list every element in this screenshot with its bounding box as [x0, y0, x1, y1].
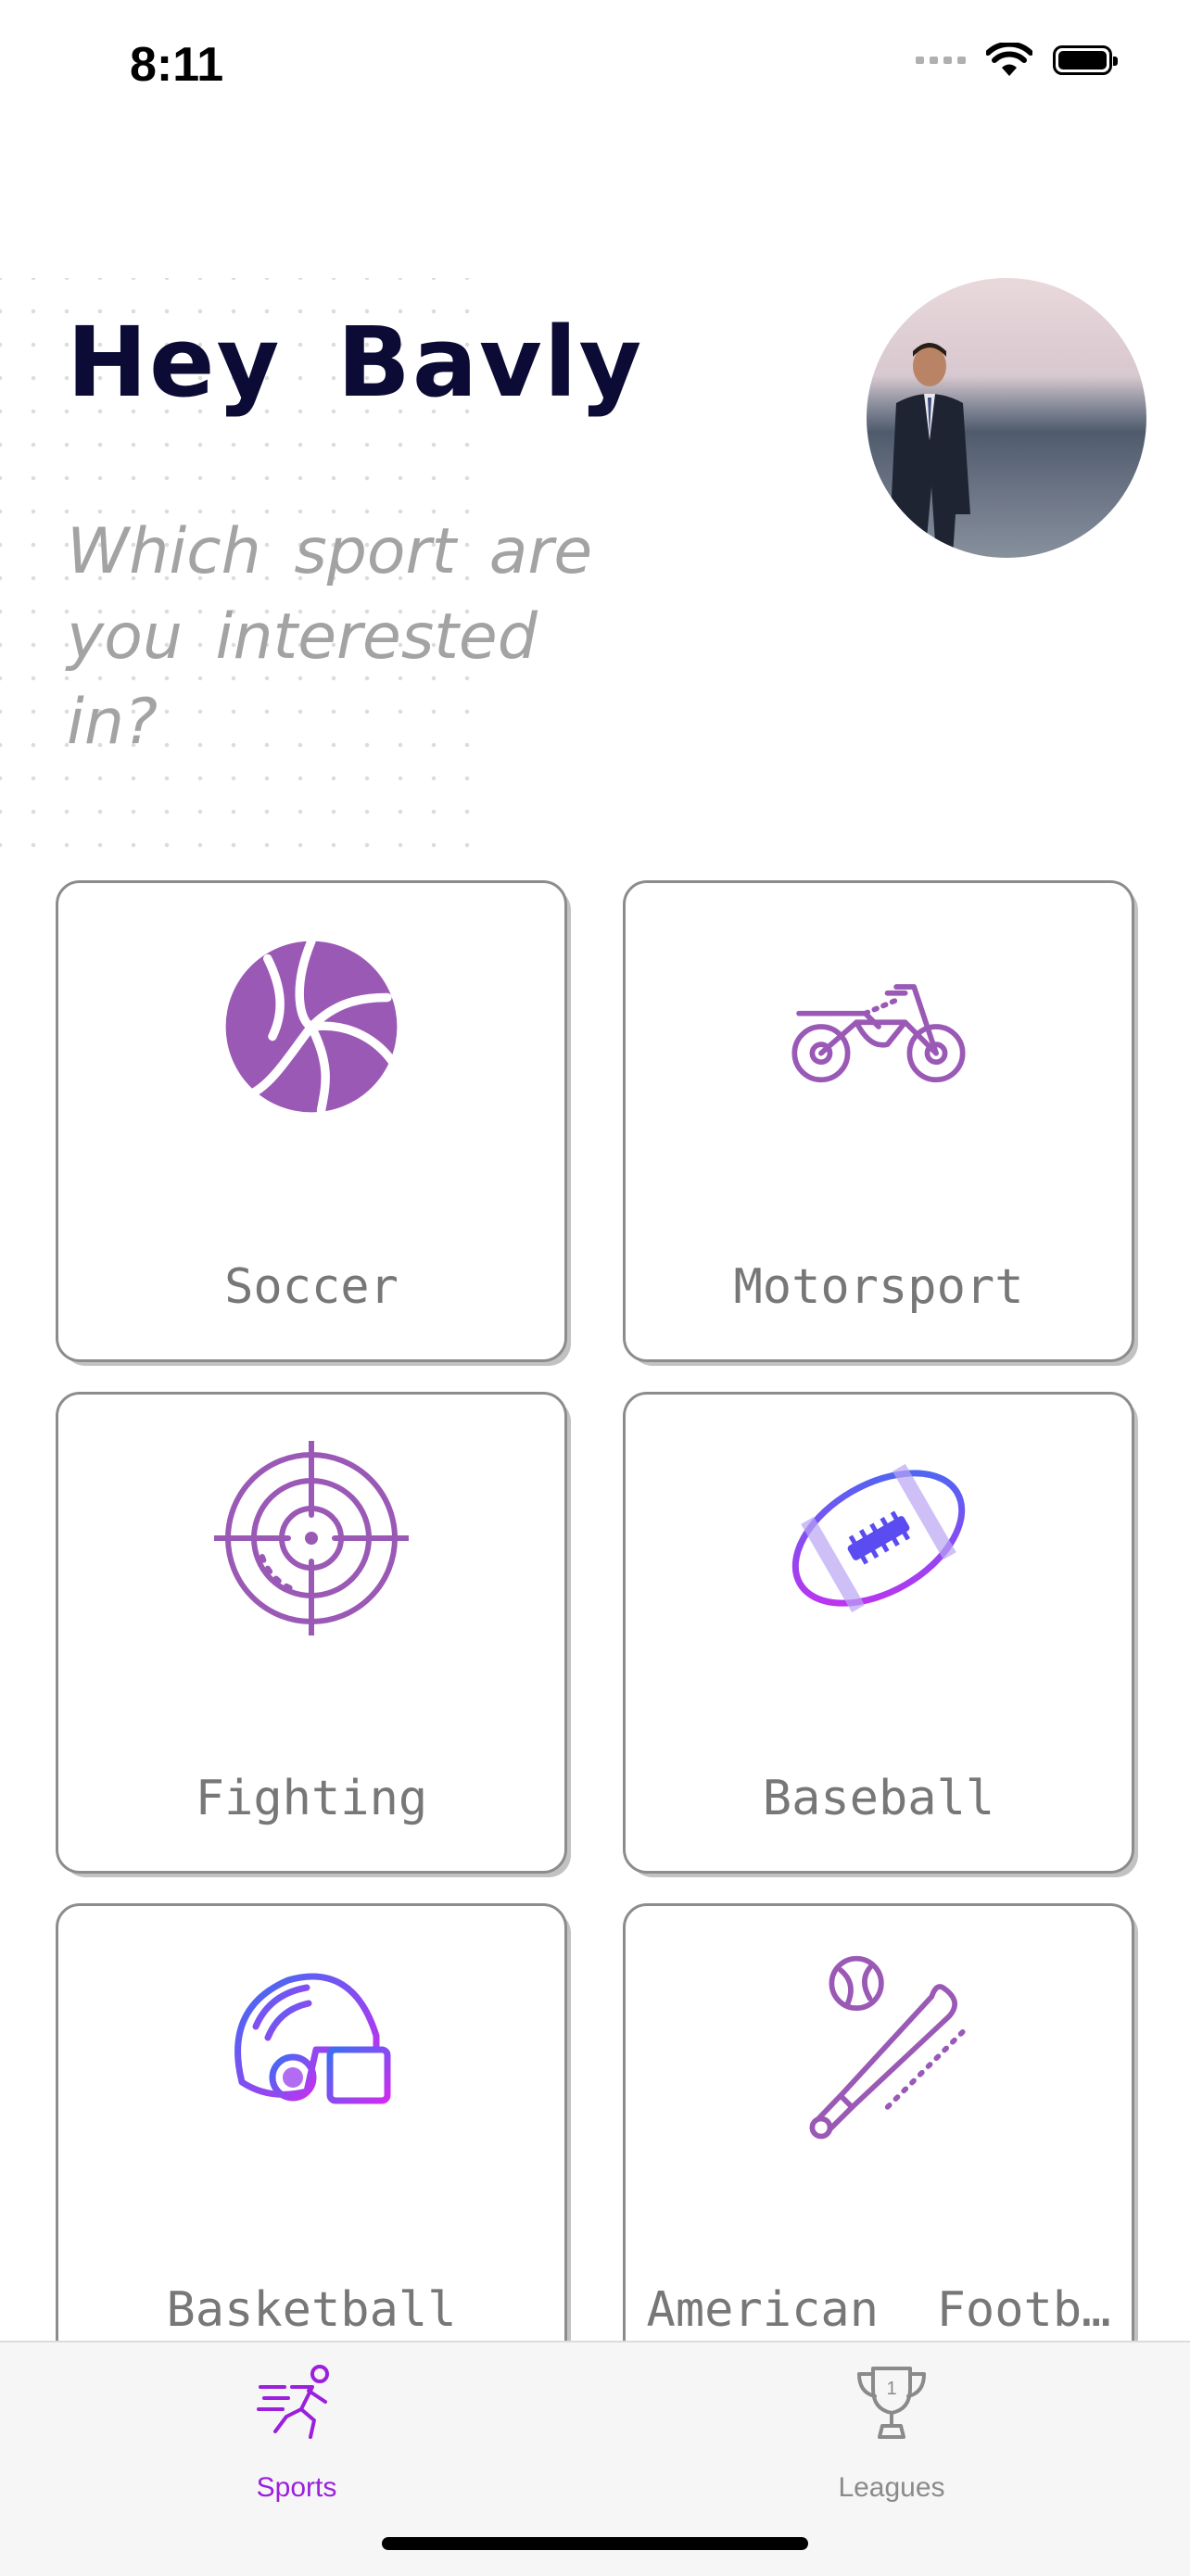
profile-avatar[interactable]: [867, 278, 1146, 558]
trophy-icon: 1: [857, 2367, 926, 2439]
tab-label: Sports: [256, 2472, 337, 2503]
sport-card-motorsport[interactable]: Motorsport: [623, 880, 1134, 1362]
greeting-title: Hey Bavly: [67, 306, 644, 419]
status-time: 8:11: [130, 38, 224, 92]
svg-text:1: 1: [886, 2379, 896, 2399]
football-icon: [791, 1463, 966, 1613]
sport-label: Basketball: [166, 2282, 457, 2338]
tab-leagues[interactable]: 1 Leagues: [753, 2361, 1031, 2504]
crosshair-icon: [214, 1441, 409, 1635]
runner-icon: [257, 2365, 329, 2439]
helmet-icon: [234, 1973, 391, 2104]
cellular-signal-icon: [916, 57, 966, 64]
tab-sports[interactable]: Sports: [158, 2361, 436, 2504]
tab-label: Leagues: [838, 2472, 945, 2503]
sport-label: Fighting: [195, 1771, 428, 1826]
sport-card-basketball[interactable]: Basketball: [56, 1903, 567, 2385]
sport-card-baseball[interactable]: Baseball: [623, 1392, 1134, 1874]
battery-icon: [1053, 45, 1118, 75]
sport-label: Baseball: [762, 1771, 995, 1826]
sport-label: Soccer: [224, 1259, 399, 1315]
home-indicator: [382, 2537, 808, 2550]
sport-label: American Footb…: [646, 2282, 1111, 2338]
volleyball-icon: [225, 936, 400, 1116]
status-icons: [916, 43, 1118, 78]
avatar-photo: [891, 343, 970, 558]
wifi-icon: [986, 43, 1032, 76]
sport-card-fighting[interactable]: Fighting: [56, 1392, 567, 1874]
sport-card-soccer[interactable]: Soccer: [56, 880, 567, 1362]
sport-card-american-football[interactable]: American Footb…: [623, 1903, 1134, 2385]
greeting-subtitle: Which sport are you interested in?: [67, 515, 593, 759]
sports-grid: Soccer Motorsport Fighting Baseball Bask…: [56, 880, 1134, 2385]
sport-label: Motorsport: [733, 1259, 1024, 1315]
motorbike-icon: [791, 984, 966, 1083]
baseball-bat-icon: [809, 1955, 966, 2140]
